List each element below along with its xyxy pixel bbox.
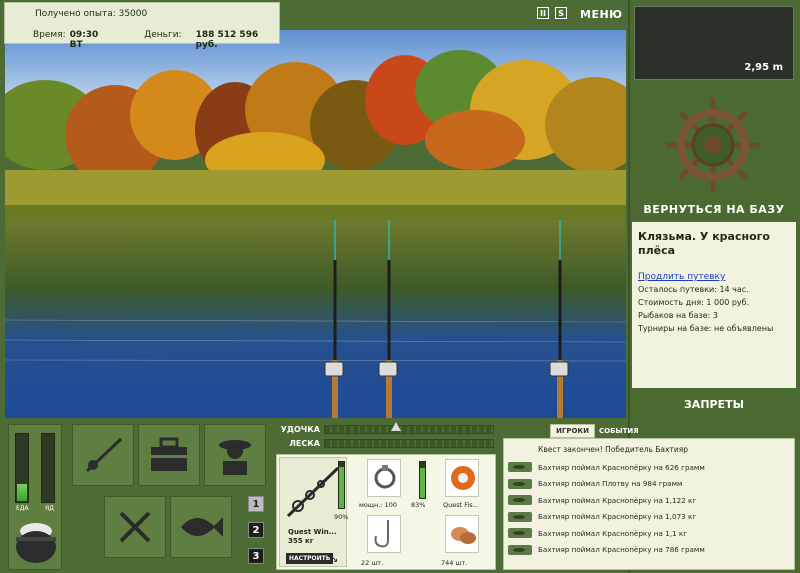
rod-durability-fill bbox=[339, 466, 344, 508]
poison-label: ЯД bbox=[45, 505, 54, 512]
reel-durability: 83% bbox=[411, 501, 426, 509]
hooks-count: 22 шт. bbox=[361, 559, 384, 567]
quest-finished-line: Квест закончен! Победитель Бахтияр bbox=[538, 445, 688, 454]
fish-icon bbox=[508, 544, 532, 555]
event-text: Бахтияр поймал Краснопёрку на 1,073 кг bbox=[538, 512, 697, 522]
line-tension-bar bbox=[324, 438, 494, 448]
tab-events[interactable]: СОБЫТИЯ bbox=[599, 427, 639, 435]
pause-button[interactable]: II bbox=[537, 7, 549, 19]
event-text: Бахтияр поймал Краснопёрку на 1,122 кг bbox=[538, 495, 697, 505]
fishers-count: Рыбаков на базе: 3 bbox=[638, 311, 718, 320]
tackle-box-tile[interactable] bbox=[138, 424, 200, 486]
rod-tension-marker bbox=[390, 421, 401, 431]
player-info-panel: Получено опыта: 35000 Время: 09:30 ВТ Де… bbox=[4, 2, 280, 50]
line-tension-label: ЛЕСКА bbox=[289, 438, 320, 448]
fishing-scene[interactable] bbox=[5, 30, 626, 418]
tackle-box-icon bbox=[151, 437, 187, 471]
event-row: Бахтияр поймал Краснопёрку на 1,073 кг bbox=[508, 509, 790, 526]
fisherman-tile[interactable] bbox=[204, 424, 266, 486]
experience-label: Получено опыта: 35000 bbox=[35, 9, 148, 19]
page-2-button[interactable]: 2 bbox=[248, 522, 264, 538]
pot-icon[interactable] bbox=[13, 517, 59, 571]
event-text: Бахтияр поймал Плотву на 984 грамм bbox=[538, 479, 683, 489]
ship-wheel-icon[interactable] bbox=[664, 96, 762, 194]
time-label: Время: bbox=[33, 30, 66, 40]
hook-slot[interactable] bbox=[367, 515, 401, 553]
fish-icon bbox=[508, 462, 532, 473]
status-meters: ЕДА ЯД bbox=[8, 424, 62, 570]
events-panel: Квест закончен! Победитель Бахтияр Бахти… bbox=[503, 438, 795, 570]
food-label: ЕДА bbox=[16, 505, 29, 512]
fish-icon bbox=[508, 495, 532, 506]
line-spool-icon bbox=[451, 466, 475, 490]
rod-durability-bar bbox=[338, 461, 345, 509]
line-slot[interactable] bbox=[445, 459, 479, 497]
food-tile[interactable] bbox=[104, 496, 166, 558]
reel-power: мощн.: 100 bbox=[359, 501, 397, 509]
menu-button[interactable]: МЕНЮ bbox=[580, 8, 623, 21]
arrow-icon: ↘ bbox=[330, 554, 339, 565]
fishing-rod-icon bbox=[85, 437, 123, 473]
reel-icon bbox=[374, 465, 396, 489]
reel-durability-fill bbox=[420, 468, 425, 498]
event-row: Бахтияр поймал Краснопёрку на 626 грамм bbox=[508, 459, 790, 476]
fish-icon bbox=[508, 478, 532, 489]
sound-button[interactable]: S bbox=[555, 7, 567, 19]
location-title: Клязьма. У красного плёса bbox=[638, 230, 770, 257]
poison-meter bbox=[41, 433, 55, 503]
day-cost: Стоимость дня: 1 000 руб. bbox=[638, 298, 750, 307]
permit-remaining: Осталось путевки: 14 час. bbox=[638, 285, 749, 294]
page-3-button[interactable]: 3 bbox=[248, 548, 264, 564]
fisherman-icon bbox=[219, 440, 251, 475]
rod-weight: 355 кг bbox=[288, 537, 314, 545]
rods-tile[interactable] bbox=[72, 424, 134, 486]
adjust-button[interactable]: НАСТРОИТЬ bbox=[286, 553, 334, 564]
money-label: Деньги: bbox=[144, 30, 182, 40]
fish-tile[interactable] bbox=[170, 496, 232, 558]
food-meter-fill bbox=[17, 484, 27, 501]
money-value: 188 512 596 руб. bbox=[195, 30, 259, 50]
rod-tension-label: УДОЧКА bbox=[280, 424, 320, 434]
event-row: Бахтияр поймал Краснопёрку на 1,1 кг bbox=[508, 525, 790, 542]
depth-value: 2,95 m bbox=[744, 62, 783, 73]
tension-meters: УДОЧКА ЛЕСКА bbox=[276, 421, 494, 450]
bans-button[interactable]: ЗАПРЕТЫ bbox=[628, 398, 800, 411]
gear-panel: Quest Win... 355 кг НАСТРОИТЬ ↘ 90% мощн… bbox=[276, 454, 496, 570]
food-meter bbox=[15, 433, 29, 503]
fish-icon bbox=[508, 511, 532, 522]
event-row: Бахтияр поймал Плотву на 984 грамм bbox=[508, 476, 790, 493]
event-text: Бахтияр поймал Краснопёрку на 786 грамм bbox=[538, 545, 705, 555]
events-tabs: ИГРОКИ СОБЫТИЯ bbox=[550, 424, 639, 438]
bait-icon bbox=[451, 527, 476, 544]
fish-icon bbox=[508, 528, 532, 539]
rod-name: Quest Win... bbox=[288, 528, 337, 536]
fish-icon bbox=[181, 517, 223, 537]
event-text: Бахтияр поймал Краснопёрку на 1,1 кг bbox=[538, 528, 687, 538]
extend-permit-link[interactable]: Продлить путевку bbox=[638, 272, 790, 282]
location-panel: Клязьма. У красного плёса Продлить путев… bbox=[632, 222, 796, 388]
return-to-base-button[interactable]: ВЕРНУТЬСЯ НА БАЗУ bbox=[628, 203, 800, 216]
event-text: Бахтияр поймал Краснопёрку на 626 грамм bbox=[538, 462, 705, 472]
reel-slot[interactable] bbox=[367, 459, 401, 497]
time-value: 09:30 ВТ bbox=[69, 30, 99, 50]
reel-durability-bar bbox=[419, 461, 426, 499]
event-row: Бахтияр поймал Краснопёрку на 1,122 кг bbox=[508, 492, 790, 509]
hook-icon bbox=[374, 520, 389, 548]
rod-slot[interactable]: Quest Win... 355 кг НАСТРОИТЬ ↘ bbox=[279, 457, 347, 567]
line-name: Quest Fis... bbox=[443, 501, 479, 509]
page-1-button[interactable]: 1 bbox=[248, 496, 264, 512]
tournaments-info: Турниры на базе: не объявлены bbox=[638, 324, 774, 333]
bait-slot[interactable] bbox=[445, 515, 479, 553]
page-switcher: 1 2 3 bbox=[248, 496, 268, 573]
tab-players[interactable]: ИГРОКИ bbox=[550, 424, 595, 438]
rod-durability: 90% bbox=[334, 513, 349, 521]
rod-tension-bar bbox=[324, 421, 494, 434]
knife-fork-icon bbox=[119, 511, 151, 543]
event-row: Бахтияр поймал Краснопёрку на 786 грамм bbox=[508, 542, 790, 559]
depth-panel: 2,95 m bbox=[634, 6, 794, 80]
bait-count: 744 шт. bbox=[441, 559, 468, 567]
